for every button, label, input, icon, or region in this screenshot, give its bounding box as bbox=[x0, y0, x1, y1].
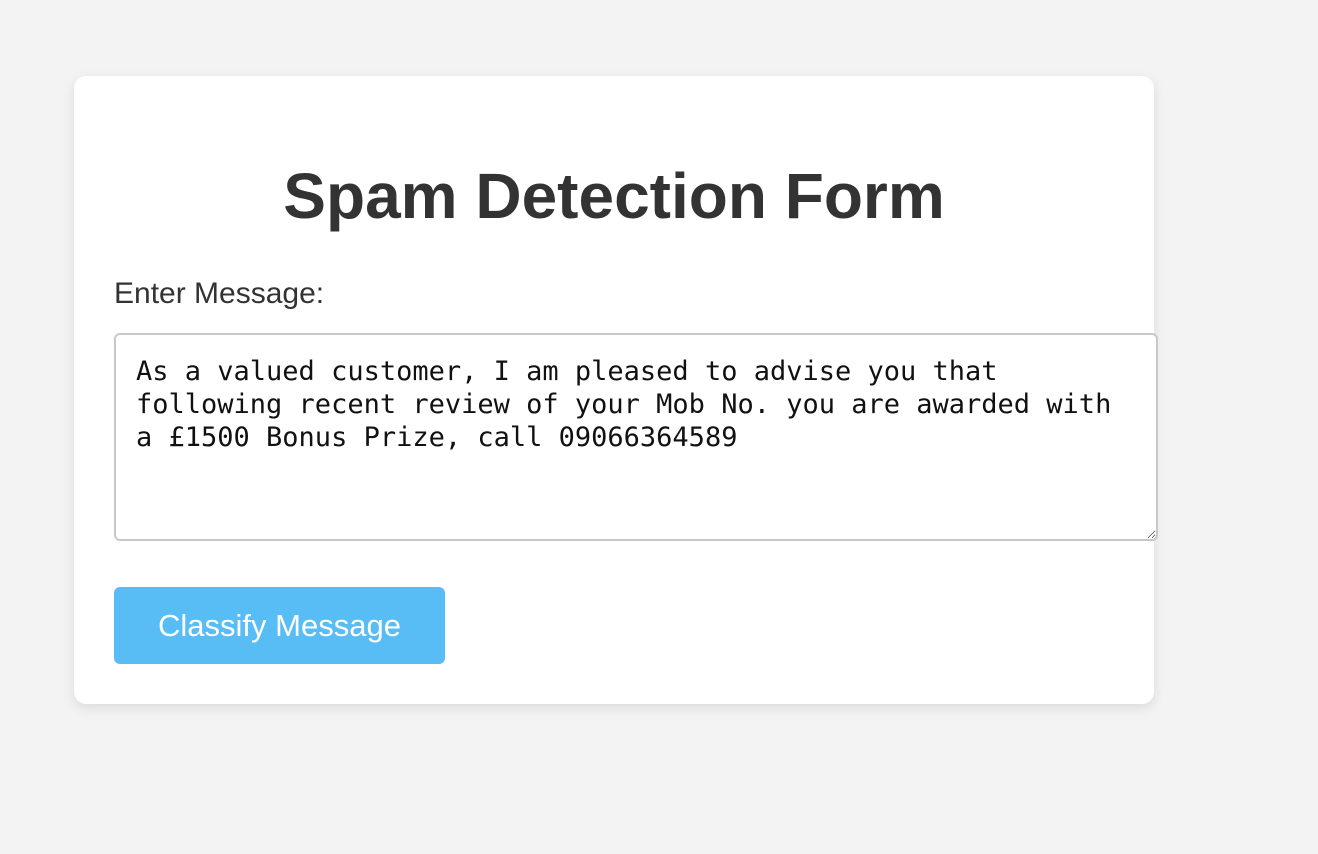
classify-message-button[interactable]: Classify Message bbox=[114, 587, 445, 664]
spam-form-card: Spam Detection Form Enter Message: Class… bbox=[74, 76, 1158, 704]
message-label: Enter Message: bbox=[114, 277, 325, 310]
page-title: Spam Detection Form bbox=[283, 160, 945, 232]
message-input[interactable] bbox=[114, 333, 1158, 541]
